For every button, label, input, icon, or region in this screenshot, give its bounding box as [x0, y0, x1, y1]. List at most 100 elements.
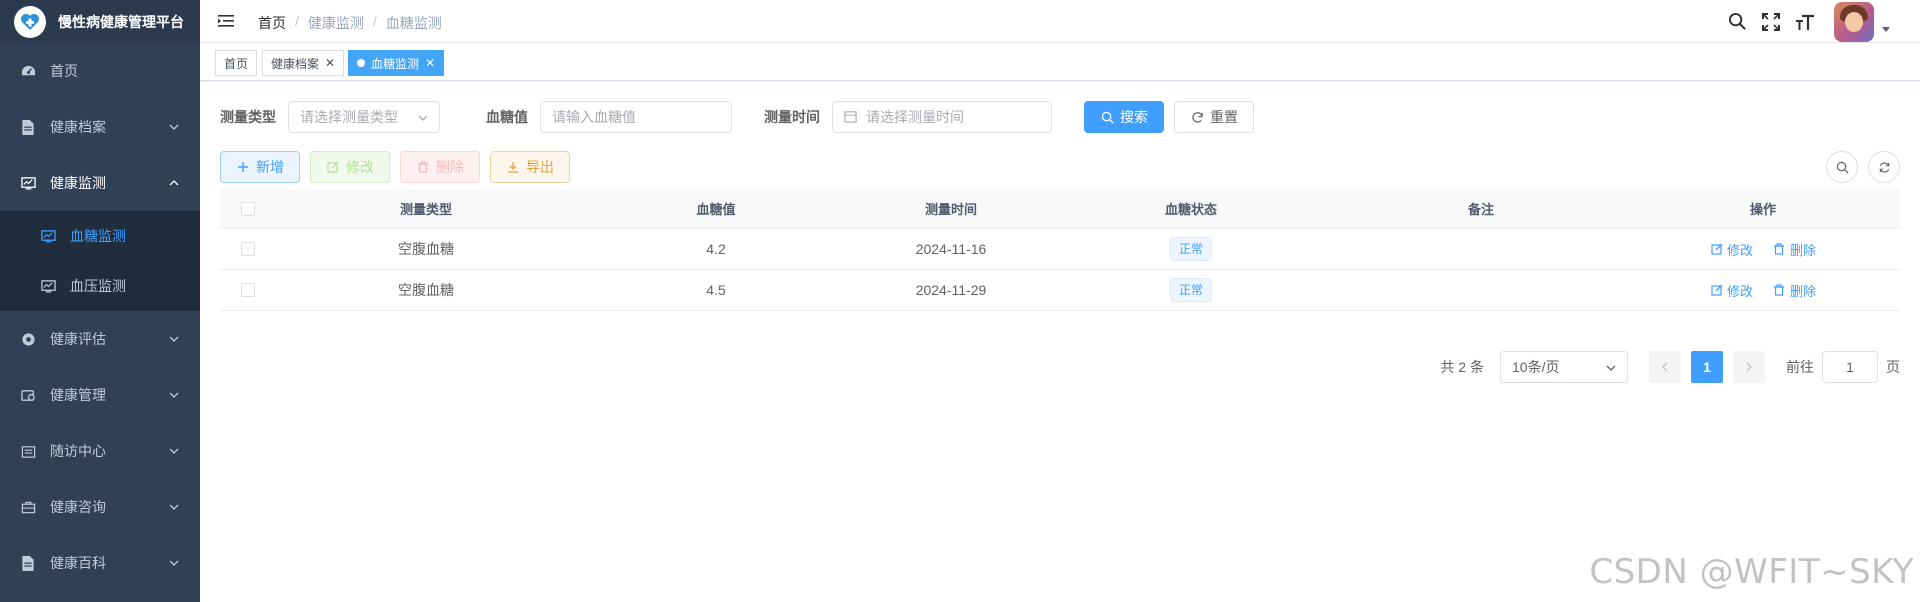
hamburger-icon[interactable] [217, 12, 235, 30]
sidebar-item-label: 首页 [50, 63, 78, 79]
page-number-current[interactable]: 1 [1691, 351, 1723, 383]
cell-type: 空腹血糖 [398, 282, 454, 298]
delete-button[interactable]: 删除 [400, 151, 480, 183]
toggle-search-button[interactable] [1826, 151, 1858, 183]
chevron-down-icon [169, 392, 179, 398]
navbar: 首页 / 健康监测 / 血糖监测 [200, 0, 1920, 43]
tag-label: 首页 [224, 56, 249, 71]
tag-label: 健康档案 [271, 56, 320, 71]
sidebar-item-label: 随访中心 [50, 443, 106, 459]
reset-button[interactable]: 重置 [1174, 101, 1254, 133]
table-row: 空腹血糖 4.2 2024-11-16 正常 修改 删除 [220, 229, 1900, 270]
avatar[interactable] [1834, 1, 1874, 42]
trash-icon [1773, 243, 1786, 256]
caret-down-icon[interactable] [1882, 27, 1890, 32]
data-table: 测量类型 血糖值 测量时间 血糖状态 备注 操作 空腹血糖 4.2 2024-1… [220, 189, 1900, 311]
gear-icon [20, 387, 36, 403]
row-delete-link[interactable]: 删除 [1773, 240, 1816, 259]
value-input[interactable]: 请输入血糖值 [540, 101, 732, 133]
calendar-icon [844, 110, 858, 124]
status-badge: 正常 [1169, 278, 1212, 302]
chevron-down-icon [169, 448, 179, 454]
chevron-down-icon [169, 504, 179, 510]
sidebar-item-follow-up[interactable]: 随访中心 [0, 423, 200, 479]
page-size-select[interactable]: 10条/页 [1500, 351, 1628, 383]
goto-input[interactable]: 1 [1822, 351, 1878, 383]
cell-time: 2024-11-16 [915, 241, 987, 257]
sidebar-item-health-monitor[interactable]: 健康监测 [0, 155, 200, 211]
row-edit-link[interactable]: 修改 [1710, 281, 1753, 300]
breadcrumb-separator: / [372, 13, 377, 29]
trash-icon [1773, 284, 1786, 297]
type-select[interactable]: 请选择测量类型 [288, 101, 440, 133]
value-label: 血糖值 [486, 109, 528, 125]
monitor-icon [20, 175, 36, 191]
refresh-button[interactable] [1868, 151, 1900, 183]
sidebar: 慢性病健康管理平台 首页 健康档案 健康监测 血糖监测 血压监测 健康评估 健康… [0, 0, 200, 602]
edit-icon [1710, 284, 1723, 297]
lifebuoy-icon [20, 331, 36, 347]
pagination: 共 2 条 10条/页 1 前往 1 页 [1440, 351, 1900, 383]
sidebar-item-label: 健康百科 [50, 555, 106, 571]
breadcrumb-home[interactable]: 首页 [258, 13, 286, 33]
font-size-icon[interactable] [1794, 11, 1816, 33]
row-delete-link[interactable]: 删除 [1773, 281, 1816, 300]
search-button[interactable]: 搜索 [1084, 101, 1164, 133]
next-page-button[interactable] [1733, 351, 1765, 383]
page-jumper: 前往 1 页 [1786, 351, 1900, 383]
close-icon[interactable]: ✕ [325, 56, 335, 70]
trash-icon [416, 160, 430, 174]
sidebar-item-health-record[interactable]: 健康档案 [0, 99, 200, 155]
tag-blood-sugar[interactable]: 血糖监测 ✕ [348, 50, 445, 76]
refresh-icon [1879, 161, 1889, 173]
row-edit-link[interactable]: 修改 [1710, 240, 1753, 259]
sidebar-item-health-assessment[interactable]: 健康评估 [0, 311, 200, 367]
select-all-checkbox[interactable] [241, 201, 255, 216]
sidebar-item-consultation[interactable]: 健康咨询 [0, 479, 200, 535]
reset-button-label: 重置 [1210, 109, 1238, 125]
add-button[interactable]: 新增 [220, 151, 300, 183]
time-picker[interactable]: 请选择测量时间 [832, 101, 1052, 133]
chevron-down-icon [169, 560, 179, 566]
cell-type: 空腹血糖 [398, 241, 454, 257]
search-icon[interactable] [1726, 11, 1748, 33]
sidebar-item-home[interactable]: 首页 [0, 43, 200, 99]
breadcrumb-blood-sugar: 血糖监测 [385, 15, 442, 31]
page-size-value: 10条/页 [1512, 359, 1560, 375]
row-edit-label: 修改 [1727, 283, 1754, 299]
tag-home[interactable]: 首页 [215, 50, 258, 76]
tag-health-record[interactable]: 健康档案 ✕ [262, 50, 345, 76]
sidebar-item-encyclopedia[interactable]: 健康百科 [0, 535, 200, 591]
sidebar-item-health-management[interactable]: 健康管理 [0, 367, 200, 423]
edit-button-label: 修改 [346, 159, 374, 175]
type-placeholder: 请选择测量类型 [300, 109, 398, 125]
column-header: 血糖状态 [1164, 202, 1217, 217]
sidebar-item-blood-pressure[interactable]: 血压监测 [0, 261, 200, 311]
row-checkbox[interactable] [241, 242, 255, 256]
logo-icon [14, 5, 46, 38]
refresh-icon [1190, 110, 1204, 124]
row-delete-label: 删除 [1789, 283, 1816, 299]
edit-button[interactable]: 修改 [310, 151, 390, 183]
fullscreen-icon[interactable] [1760, 11, 1782, 33]
breadcrumb-health-monitor: 健康监测 [307, 15, 364, 31]
sidebar-item-label: 血糖监测 [70, 228, 126, 244]
row-checkbox[interactable] [241, 283, 255, 297]
monitor-icon [40, 228, 56, 244]
export-button[interactable]: 导出 [490, 151, 570, 183]
sidebar-item-blood-sugar[interactable]: 血糖监测 [0, 211, 200, 261]
close-icon[interactable]: ✕ [425, 56, 435, 70]
chevron-down-icon [418, 115, 428, 121]
column-header: 操作 [1749, 202, 1776, 217]
column-header: 血糖值 [696, 202, 736, 217]
export-button-label: 导出 [526, 159, 554, 175]
chevron-down-icon [169, 336, 179, 342]
sidebar-item-label: 健康监测 [50, 175, 106, 191]
prev-page-button[interactable] [1649, 351, 1681, 383]
main-content: 测量类型 请选择测量类型 血糖值 请输入血糖值 测量时间 请选择测量时间 搜索 … [200, 81, 1920, 602]
cell-value: 4.2 [706, 241, 726, 257]
dashboard-icon [20, 63, 36, 79]
download-icon [506, 160, 520, 174]
edit-icon [326, 160, 340, 174]
logo[interactable]: 慢性病健康管理平台 [0, 0, 200, 43]
